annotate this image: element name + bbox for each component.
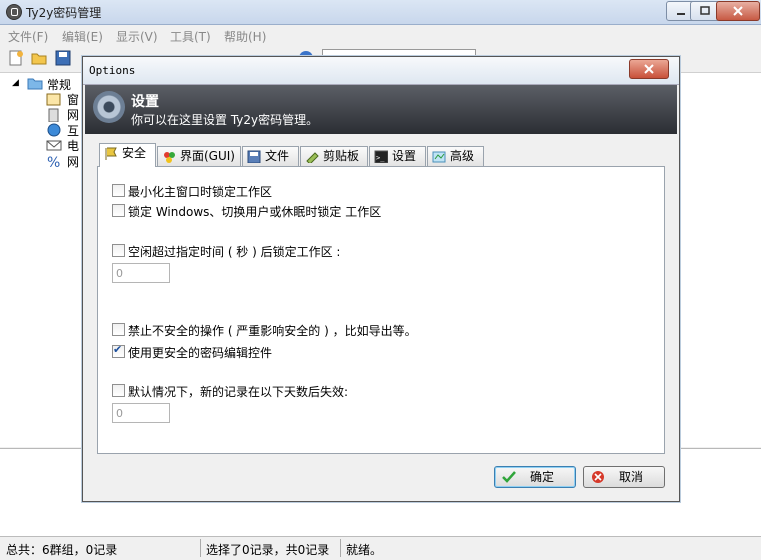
maximize-icon bbox=[700, 6, 710, 15]
menu-file[interactable]: 文件(F) bbox=[8, 28, 48, 45]
menu-view[interactable]: 显示(V) bbox=[116, 28, 158, 45]
checkbox[interactable] bbox=[112, 204, 125, 217]
new-file-icon[interactable] bbox=[8, 50, 24, 66]
main-title-bar: Ty2y密码管理 bbox=[0, 0, 761, 25]
advanced-icon bbox=[432, 151, 446, 163]
cancel-icon bbox=[592, 471, 604, 483]
gear-icon bbox=[93, 91, 125, 123]
dialog-title: Options bbox=[89, 64, 136, 77]
tab-label: 安全 bbox=[122, 146, 147, 160]
tab-clipboard[interactable]: 剪贴板 bbox=[300, 146, 368, 166]
security-tab-panel: 最小化主窗口时锁定工作区 锁定 Windows、切换用户或休眠时锁定 工作区 空… bbox=[97, 166, 665, 454]
folder-icon bbox=[27, 78, 43, 90]
globe-icon bbox=[47, 123, 61, 137]
checkmark-icon bbox=[502, 471, 516, 483]
svg-text:>_: >_ bbox=[376, 154, 385, 162]
security-flag-icon bbox=[105, 147, 117, 160]
tab-label: 设置 bbox=[392, 149, 417, 163]
network-icon bbox=[48, 108, 59, 122]
svg-text:%: % bbox=[47, 155, 60, 168]
tab-settings[interactable]: >_ 设置 bbox=[369, 146, 426, 166]
status-selection: 选择了0记录，共0记录 bbox=[206, 543, 330, 557]
percent-icon: % bbox=[47, 155, 60, 168]
tab-advanced[interactable]: 高级 bbox=[427, 146, 484, 166]
menu-edit[interactable]: 编辑(E) bbox=[62, 28, 103, 45]
close-icon bbox=[733, 6, 743, 16]
menu-bar: 文件(F) 编辑(E) 显示(V) 工具(T) 帮助(H) bbox=[0, 25, 761, 45]
status-divider bbox=[200, 539, 201, 557]
tree-item[interactable]: 网 bbox=[67, 106, 79, 123]
tree-item[interactable]: 网 bbox=[67, 153, 79, 170]
status-total: 总共：6群组，0记录 bbox=[6, 543, 118, 557]
checkbox[interactable] bbox=[112, 343, 125, 358]
dialog-header: 设置 你可以在这里设置 Ty2y密码管理。 bbox=[85, 85, 677, 134]
expiry-days-input[interactable]: 0 bbox=[112, 403, 170, 423]
expand-icon[interactable]: ◢ bbox=[12, 78, 19, 88]
checkbox[interactable] bbox=[112, 323, 125, 336]
group-tree: ◢ 常规 窗 网 互 电 % 网 bbox=[0, 73, 85, 447]
tab-file[interactable]: 文件 bbox=[242, 146, 299, 166]
record-list[interactable] bbox=[678, 73, 761, 447]
options-dialog: Options 设置 你可以在这里设置 Ty2y密码管理。 安全 界面(GUI)… bbox=[82, 56, 680, 502]
window-icon bbox=[46, 93, 61, 106]
email-icon bbox=[46, 140, 62, 151]
save-icon[interactable] bbox=[55, 50, 71, 66]
dialog-heading: 设置 bbox=[131, 94, 159, 110]
menu-tools[interactable]: 工具(T) bbox=[170, 28, 211, 45]
open-folder-icon[interactable] bbox=[31, 50, 47, 66]
window-title: Ty2y密码管理 bbox=[26, 6, 102, 20]
clipboard-icon bbox=[306, 152, 319, 163]
minimize-icon bbox=[677, 13, 685, 15]
tree-item[interactable]: 电 bbox=[67, 137, 79, 154]
lock-icon bbox=[6, 4, 22, 20]
close-icon bbox=[644, 64, 654, 74]
tab-label: 界面(GUI) bbox=[180, 149, 235, 163]
tab-label: 高级 bbox=[450, 149, 475, 163]
checkbox[interactable] bbox=[112, 184, 125, 197]
tab-security[interactable]: 安全 bbox=[99, 143, 156, 167]
ok-label: 确定 bbox=[529, 470, 554, 484]
dialog-close-button[interactable] bbox=[629, 59, 669, 79]
dialog-title-bar: Options bbox=[83, 57, 679, 85]
status-bar: 总共：6群组，0记录 选择了0记录，共0记录 就绪。 bbox=[0, 536, 761, 560]
console-icon: >_ bbox=[374, 150, 388, 163]
tab-gui[interactable]: 界面(GUI) bbox=[157, 146, 241, 166]
status-ready: 就绪。 bbox=[346, 543, 383, 557]
cancel-button[interactable]: 取消 bbox=[583, 466, 665, 488]
checkbox[interactable] bbox=[112, 384, 125, 397]
menu-help[interactable]: 帮助(H) bbox=[224, 28, 266, 45]
status-divider bbox=[340, 539, 341, 557]
floppy-icon bbox=[247, 150, 261, 163]
palette-icon bbox=[164, 152, 175, 163]
close-button[interactable] bbox=[716, 1, 760, 21]
ok-button[interactable]: 确定 bbox=[494, 466, 576, 488]
checkbox[interactable] bbox=[112, 244, 125, 257]
cancel-label: 取消 bbox=[618, 470, 643, 484]
tab-label: 文件 bbox=[265, 149, 290, 163]
idle-seconds-input[interactable]: 0 bbox=[112, 263, 170, 283]
tab-label: 剪贴板 bbox=[323, 149, 360, 163]
dialog-subheading: 你可以在这里设置 Ty2y密码管理。 bbox=[131, 113, 319, 127]
